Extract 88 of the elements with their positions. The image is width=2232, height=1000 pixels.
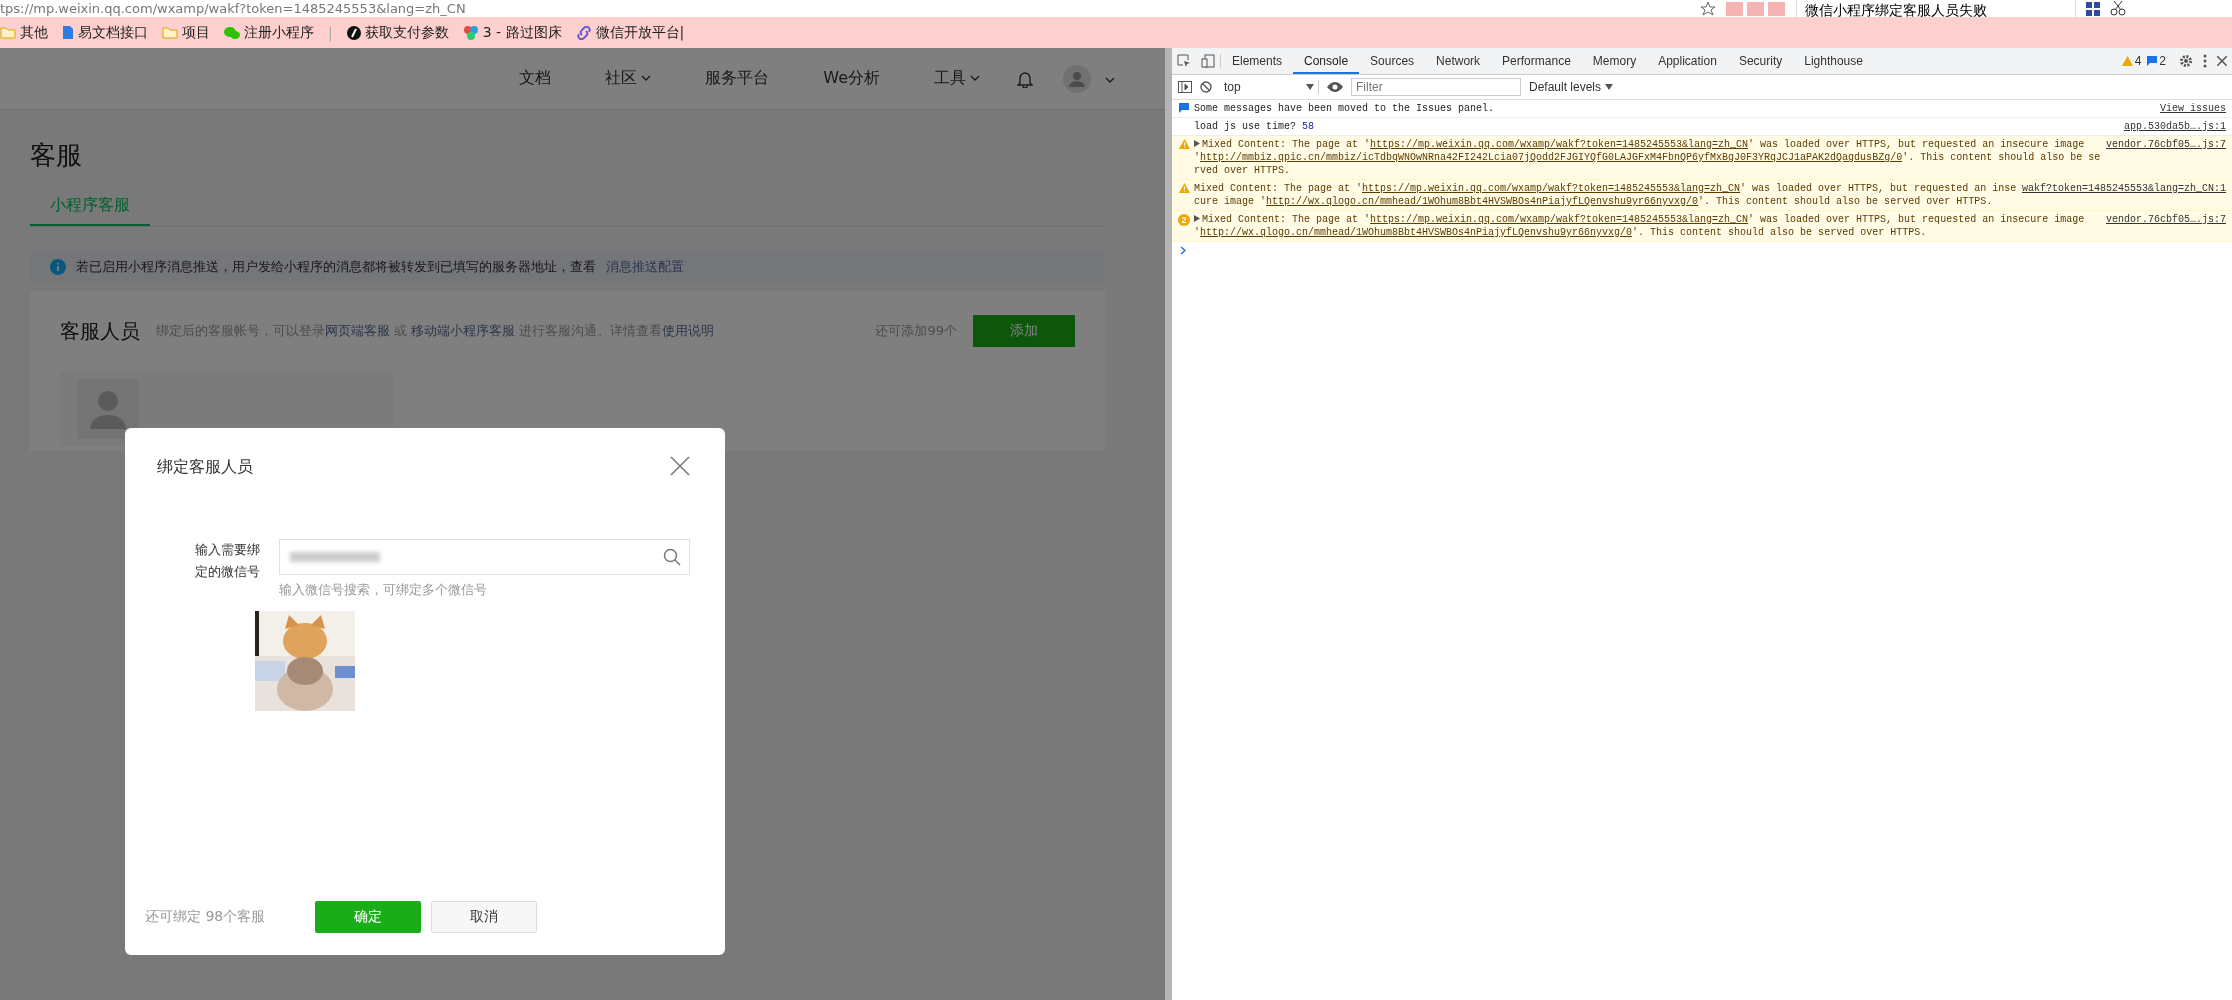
- devtools-tab[interactable]: Sources: [1359, 48, 1426, 74]
- link-icon: [575, 25, 592, 40]
- bookmark-link[interactable]: 易文档接口: [78, 23, 148, 42]
- scissors-icon[interactable]: [2110, 1, 2126, 16]
- close-icon[interactable]: [2217, 56, 2227, 66]
- message-text: load js use time? 58: [1194, 120, 1316, 133]
- caret-icon: [1105, 77, 1115, 84]
- devtools-tab[interactable]: Memory: [1581, 48, 1648, 74]
- devtools-tab[interactable]: Elements: [1221, 48, 1294, 74]
- bookmark-link[interactable]: 其他: [20, 23, 48, 42]
- devtools-tab[interactable]: Performance: [1491, 48, 1582, 74]
- message-count-badge: 2: [1178, 214, 1190, 226]
- grid-icon[interactable]: [2086, 1, 2100, 16]
- source-link[interactable]: app.530da5b….js:1: [2123, 120, 2226, 133]
- source-link[interactable]: vendor.76cbf05….js:7: [2105, 138, 2226, 177]
- bookmark-link[interactable]: 项目: [182, 23, 210, 42]
- message-icon: [1179, 103, 1189, 113]
- page-title: 客服: [30, 139, 83, 172]
- dialog-title: 绑定客服人员: [157, 457, 253, 478]
- bookmark-link[interactable]: 获取支付参数: [364, 23, 449, 42]
- context-selector[interactable]: top: [1220, 80, 1319, 94]
- inspect-icon[interactable]: [1177, 54, 1191, 68]
- clear-icon[interactable]: [1200, 81, 1212, 93]
- log-levels-dropdown[interactable]: Default levels: [1529, 80, 1602, 94]
- notice-text: 若已启用小程序消息推送，用户发给小程序的消息都将被转发到已填写的服务器地址，查看: [76, 258, 596, 276]
- url-link[interactable]: https://mp.weixin.qq.com/wxamp/wakf?token=1485245553&lang=zh_CN: [1370, 214, 1749, 225]
- cancel-button[interactable]: 取消: [431, 901, 537, 933]
- nav-link[interactable]: 服务平台: [705, 68, 770, 89]
- message-text: Some messages have been moved to the Issues panel.: [1194, 102, 1496, 115]
- source-link[interactable]: View issues: [2160, 102, 2226, 115]
- field-hint: 输入微信号搜索，可绑定多个微信号: [279, 581, 488, 599]
- star-icon[interactable]: [1700, 1, 1716, 16]
- caret-icon: [641, 75, 652, 82]
- url-link[interactable]: http://mmbiz.qpic.cn/mmbiz/icTdbqWNOwNRna42FI242Lcia07jQodd2FJGIYQfG0LAJGFxM4FbnQP6yfMxBgJ0F3YRqJCJ1aPAK2dQagdusBZg/0: [1200, 152, 1903, 163]
- section-title: 客服人员: [60, 317, 140, 345]
- dropdown-arrow-icon: [1306, 84, 1314, 90]
- expand-triangle-icon[interactable]: [1194, 140, 1200, 147]
- nav-link[interactable]: 文档: [519, 68, 552, 89]
- bookmark-link[interactable]: 3 - 路过图床: [482, 23, 562, 42]
- filter-field[interactable]: Filter: [1351, 78, 1521, 96]
- url-link[interactable]: https://mp.weixin.qq.com/wxamp/wakf?token=1485245553&lang=zh_CN: [1362, 183, 1741, 194]
- document-icon: [62, 25, 74, 40]
- settings-icon[interactable]: [2179, 54, 2193, 68]
- devtools-tab[interactable]: Security: [1727, 48, 1794, 74]
- folder-icon: [0, 26, 16, 39]
- circle-icon: [346, 25, 361, 40]
- prompt-chevron-icon[interactable]: [1180, 246, 1186, 255]
- field-label: 输入需要绑定的微信号: [195, 541, 261, 581]
- message-text: Mixed Content: The page at 'https://mp.weixin.qq.com/wxamp/wakf?token=1485245553&lang=zh_CN' was loaded over HTTPS, but requested an insecure image 'http://wx.qlogo.cn/mmhead/1WOhum8Bbt4HVSWBOs4nPiajyfLQenvshu9yr66nyvxg/0'. This content should also be served over HTTPS.: [1194, 182, 2018, 208]
- devtools-tab[interactable]: Lighthouse: [1793, 48, 1874, 74]
- device-toolbar-icon[interactable]: [1201, 54, 1215, 68]
- devtools-tab[interactable]: Application: [1647, 48, 1728, 74]
- info-icon: [50, 259, 66, 275]
- search-box[interactable]: 微信小程序绑定客服人员失败: [1796, 0, 2076, 17]
- chat-bubble-icon: [224, 25, 240, 40]
- nav-link[interactable]: 工具: [934, 68, 966, 89]
- more-icon[interactable]: [2203, 54, 2207, 68]
- devtools-tab[interactable]: Network: [1425, 48, 1492, 74]
- url-link[interactable]: http://wx.qlogo.cn/mmhead/1WOhum8Bbt4HVSWBOs4nPiajyfLQenvshu9yr66nyvxg/0: [1266, 196, 1699, 207]
- folder-icon: [162, 26, 178, 39]
- warning-counter[interactable]: 4: [2121, 54, 2142, 68]
- address-bar-url[interactable]: tps://mp.weixin.qq.com/wxamp/wakf?token=1485245553&lang=zh_CN: [0, 0, 466, 17]
- bookmark-separator: |: [328, 24, 333, 41]
- dropdown-arrow-icon: [1605, 84, 1614, 90]
- warning-icon: [1178, 139, 1190, 149]
- nav-link[interactable]: 社区: [605, 68, 638, 89]
- source-link[interactable]: vendor.76cbf05….js:7: [2105, 213, 2226, 239]
- search-icon[interactable]: [663, 548, 681, 566]
- nav-link[interactable]: We分析: [823, 68, 880, 89]
- devtools-tab[interactable]: Console: [1293, 48, 1360, 74]
- dots-icon: [462, 24, 479, 41]
- person-silhouette-icon: [78, 378, 138, 439]
- warning-icon: [1178, 183, 1190, 193]
- message-text: Mixed Content: The page at 'https://mp.weixin.qq.com/wxamp/wakf?token=1485245553&lang=zh_CN' was loaded over HTTPS, but requested an insecure image 'http://wx.qlogo.cn/mmhead/1WOhum8Bbt4HVSWBOs4nPiajyfLQenvshu9yr66nyvxg/0'. This content should also be served over HTTPS.: [1194, 213, 2086, 239]
- issue-counter[interactable]: 2: [2147, 54, 2166, 68]
- sidebar-toggle-icon[interactable]: [1178, 81, 1192, 93]
- url-link[interactable]: https://mp.weixin.qq.com/wxamp/wakf?token=1485245553&lang=zh_CN: [1370, 139, 1749, 150]
- expand-triangle-icon[interactable]: [1194, 215, 1200, 222]
- url-link[interactable]: http://wx.qlogo.cn/mmhead/1WOhum8Bbt4HVSWBOs4nPiajyfLQenvshu9yr66nyvxg/0: [1200, 227, 1633, 238]
- bookmark-link[interactable]: 微信开放平台|: [595, 23, 685, 42]
- caret-icon: [970, 75, 980, 82]
- bookmark-link[interactable]: 注册小程序: [244, 23, 314, 42]
- bell-icon[interactable]: [1017, 69, 1033, 88]
- source-link[interactable]: wakf?token=1485245553&lang=zh_CN:1: [2021, 182, 2226, 208]
- search-field[interactable]: [279, 539, 690, 575]
- eye-icon[interactable]: [1327, 82, 1343, 92]
- message-text: Mixed Content: The page at 'https://mp.weixin.qq.com/wxamp/wakf?token=1485245553&lang=zh_CN' was loaded over HTTPS, but requested an insecure image 'http://mmbiz.qpic.cn/mmbiz/icTdbqWNOwNRna42FI242Lcia07jQodd2FJGIYQfG0LAJGFxM4FbnQP6yfMxBgJ0F3YRqJCJ1aPAK2dQagdusBZg/0'. This content should also be served over HTTPS.: [1194, 138, 2102, 177]
- remaining-count: 还可绑定 98个客服: [145, 908, 267, 926]
